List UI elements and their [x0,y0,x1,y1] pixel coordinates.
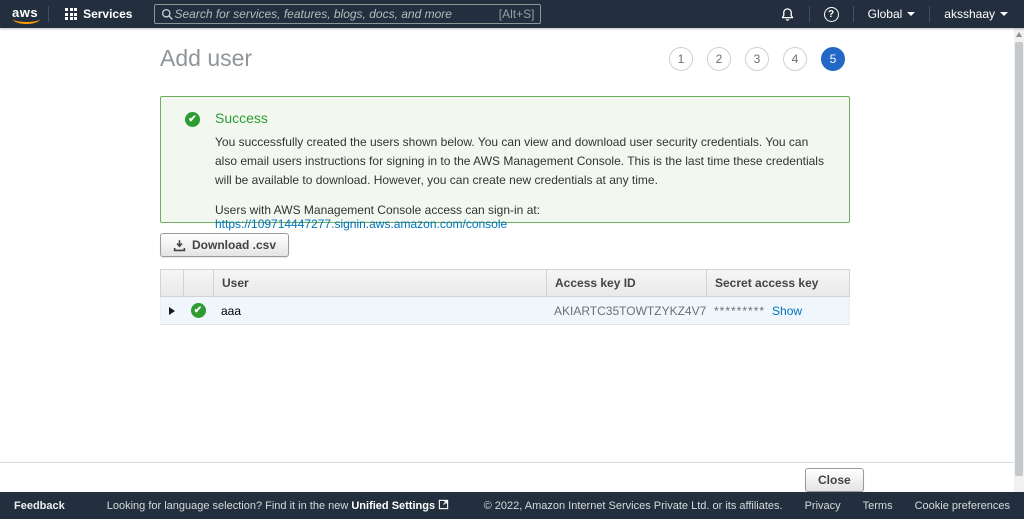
expand-arrow-icon [169,307,175,315]
success-alert: ✔ Success You successfully created the u… [160,96,850,223]
services-menu[interactable]: Services [59,7,138,21]
step-indicator-2: 2 [707,47,731,71]
divider [48,6,49,22]
account-menu[interactable]: aksshaay [940,7,1012,21]
expand-column-header [161,270,183,296]
language-selection-text: Looking for language selection? Find it … [107,499,449,512]
download-csv-button[interactable]: Download .csv [160,233,289,257]
show-secret-link[interactable]: Show [772,304,802,318]
row-status: ✔ [183,297,213,324]
username-label: aksshaay [944,7,995,21]
secret-key-column-header: Secret access key [706,270,849,296]
region-selector[interactable]: Global [864,7,920,21]
step-indicator-4: 4 [783,47,807,71]
divider [929,6,930,22]
region-label: Global [868,7,903,21]
aws-smile-icon [13,18,40,24]
divider [809,6,810,22]
close-button[interactable]: Close [805,468,864,492]
step-indicator-5: 5 [821,47,845,71]
help-button[interactable]: ? [820,7,843,22]
search-shortcut-hint: [Alt+S] [499,7,535,21]
secret-masked-value: ********* [714,304,765,318]
bell-icon [780,7,795,22]
console-footer: Feedback Looking for language selection?… [0,492,1024,519]
page-title: Add user [160,45,252,72]
cookie-preferences-link[interactable]: Cookie preferences [915,500,1010,512]
access-key-value: AKIARTC35TOWTZYKZ4V7 [554,304,706,318]
global-search-box[interactable]: [Alt+S] [154,4,541,24]
top-navigation-bar: aws Services [Alt+S] ? Global [0,0,1024,28]
download-csv-label: Download .csv [192,238,276,252]
access-key-cell: AKIARTC35TOWTZYKZ4V7 [546,297,706,324]
unified-settings-link[interactable]: Unified Settings [351,500,435,512]
secret-key-cell: ********* Show [706,297,849,324]
scrollbar-up-arrow[interactable] [1016,32,1022,37]
feedback-link[interactable]: Feedback [14,500,65,512]
success-title: Success [215,110,825,126]
aws-logo[interactable]: aws [12,5,38,24]
services-grid-icon [65,8,77,20]
success-check-icon: ✔ [185,112,200,127]
copyright-text: © 2022, Amazon Internet Services Private… [484,500,783,512]
created-users-table: User Access key ID Secret access key ✔ a… [160,269,850,325]
search-input[interactable] [174,7,492,21]
table-row: ✔ aaa AKIARTC35TOWTZYKZ4V7 ********* Sho… [160,297,850,325]
divider [853,6,854,22]
chevron-down-icon [907,12,915,16]
chevron-down-icon [1000,12,1008,16]
signin-prefix: Users with AWS Management Console access… [215,203,540,217]
expand-row-toggle[interactable] [161,297,183,324]
step-indicator-3: 3 [745,47,769,71]
external-link-icon [438,499,449,510]
success-message: You successfully created the users shown… [215,133,833,190]
privacy-link[interactable]: Privacy [805,500,841,512]
success-check-icon: ✔ [191,303,206,318]
scrollbar-thumb[interactable] [1015,42,1023,476]
help-icon: ? [824,7,839,22]
table-header-row: User Access key ID Secret access key [160,269,850,297]
user-name-cell: aaa [213,297,546,324]
close-label: Close [818,473,851,487]
download-icon [173,239,186,252]
terms-link[interactable]: Terms [863,500,893,512]
divider [0,462,1014,463]
access-key-column-header: Access key ID [546,270,706,296]
signin-url-link[interactable]: https://109714447277.signin.aws.amazon.c… [215,217,507,231]
step-indicator-1: 1 [669,47,693,71]
vertical-scrollbar[interactable] [1014,28,1024,492]
wizard-step-indicators: 1 2 3 4 5 [669,47,845,71]
search-icon [161,8,174,21]
status-column-header [183,270,213,296]
user-column-header: User [213,270,546,296]
services-label: Services [83,7,132,21]
notifications-button[interactable] [776,7,799,22]
